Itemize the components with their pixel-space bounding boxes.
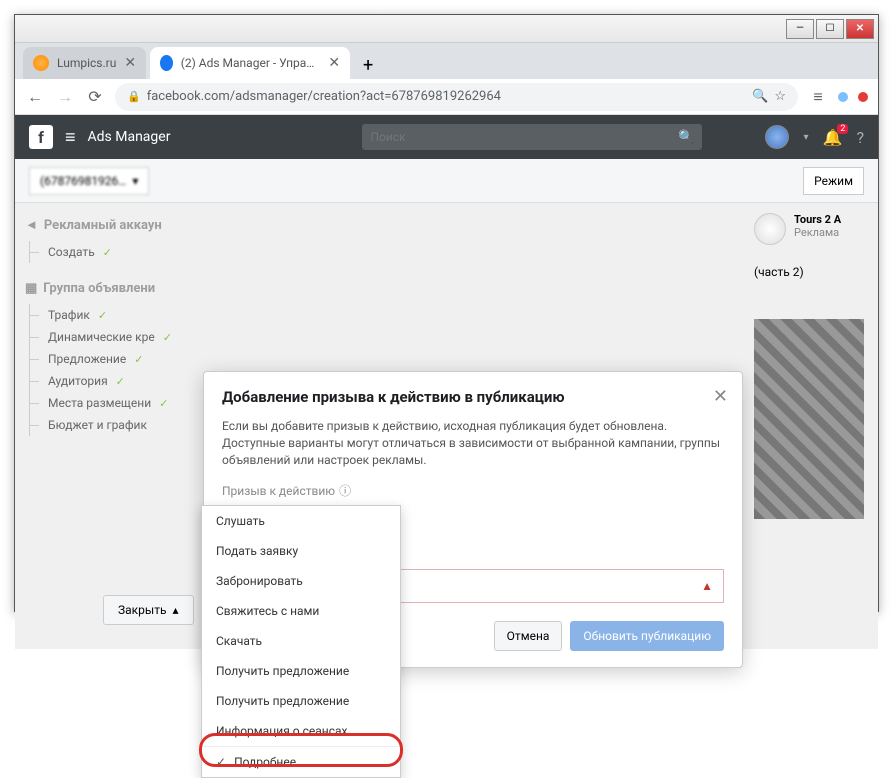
checkmark-icon: ✓ (116, 375, 125, 388)
nav-forward-icon[interactable]: → (55, 87, 75, 107)
browser-tabstrip: Lumpics.ru ✕ (2) Ads Manager - Управлени… (15, 43, 878, 79)
modal-description: Если вы добавите призыв к действию, исхо… (222, 418, 724, 468)
fb-search-field[interactable]: 🔍 (362, 124, 702, 150)
star-icon[interactable]: ☆ (774, 89, 786, 104)
dropdown-item[interactable]: Получить предложение (202, 686, 400, 716)
account-bar: (67876981926… ▾ Режим (15, 159, 878, 203)
checkmark-icon: ✓ (98, 309, 107, 322)
page-title: Tours 2 A (794, 213, 841, 226)
adblock-icon[interactable] (858, 92, 868, 102)
sidebar-item[interactable]: Предложение✓ (29, 348, 175, 370)
update-publication-button[interactable]: Обновить публикацию (570, 621, 724, 651)
sidebar-item-create[interactable]: Создать ✓ (29, 241, 175, 263)
lock-icon: 🔒 (127, 90, 141, 103)
fb-menu-icon[interactable]: ≡ (65, 127, 76, 148)
page-subtitle: Реклама (794, 226, 841, 239)
checkmark-icon: ✓ (159, 397, 168, 410)
checkmark-icon: ✓ (103, 246, 112, 259)
checkmark-icon: ✓ (163, 331, 172, 344)
fb-brand: Ads Manager (88, 129, 171, 145)
extension-icon[interactable]: ≡ (808, 87, 828, 107)
dropdown-item[interactable]: Скачать (202, 626, 400, 656)
sidebar-item[interactable]: Аудитория✓ (29, 370, 175, 392)
warning-icon: ▲ (701, 579, 713, 593)
checkmark-icon: ✓ (134, 353, 143, 366)
sidebar-item[interactable]: Трафик✓ (29, 304, 175, 326)
nav-back-icon[interactable]: ← (25, 87, 45, 107)
url-input[interactable]: 🔒 facebook.com/adsmanager/creation?act=6… (115, 83, 798, 111)
search-icon[interactable]: 🔍 (678, 130, 694, 145)
modal-close-icon[interactable]: ✕ (713, 386, 728, 407)
sidebar-item[interactable]: Места размещени✓ (29, 392, 175, 414)
dropdown-item[interactable]: Информация о сеансах (202, 716, 400, 747)
dropdown-item[interactable]: Свяжитесь с нами (202, 596, 400, 626)
fb-search-input[interactable] (370, 130, 678, 144)
tab-close-icon[interactable]: ✕ (328, 55, 340, 71)
close-button[interactable]: Закрыть ▴ (103, 595, 194, 625)
nav-reload-icon[interactable]: ⟳ (85, 87, 105, 107)
search-in-url-icon[interactable]: 🔍 (752, 89, 768, 104)
notification-count: 2 (837, 124, 848, 134)
checkmark-icon: ✓ (216, 755, 226, 769)
avatar[interactable] (765, 125, 789, 149)
cta-dropdown-list: Слушать Подать заявку Забронировать Свяж… (201, 505, 401, 778)
tab-title: Lumpics.ru (57, 56, 116, 70)
account-selector[interactable]: (67876981926… ▾ (29, 167, 149, 195)
window-close[interactable]: ✕ (846, 19, 874, 39)
tab-title: (2) Ads Manager - Управление р (181, 56, 321, 70)
cancel-button[interactable]: Отмена (494, 621, 563, 651)
dropdown-item-selected[interactable]: ✓ Подробнее (202, 747, 400, 777)
fb-topbar: f ≡ Ads Manager 🔍 ▾ 🔔2 ? (15, 115, 878, 159)
browser-tab-active[interactable]: (2) Ads Manager - Управление р ✕ (150, 47, 350, 79)
mode-button[interactable]: Режим (803, 167, 864, 195)
window-minimize[interactable]: — (786, 19, 814, 39)
favicon-icon (33, 55, 49, 71)
chevron-down-icon: ▾ (132, 174, 138, 188)
tab-close-icon[interactable]: ✕ (124, 55, 136, 71)
dropdown-item[interactable]: Слушать (202, 506, 400, 536)
address-bar: ← → ⟳ 🔒 facebook.com/adsmanager/creation… (15, 79, 878, 115)
cta-label: Призыв к действию ⓘ (222, 482, 724, 499)
browser-tab[interactable]: Lumpics.ru ✕ (23, 47, 146, 79)
modal-title: Добавление призыва к действию в публикац… (222, 388, 724, 406)
url-text: facebook.com/adsmanager/creation?act=678… (147, 89, 501, 104)
new-tab-button[interactable]: + (354, 51, 382, 79)
preview-image (754, 319, 864, 519)
dropdown-item[interactable]: Забронировать (202, 566, 400, 596)
chevron-down-icon[interactable]: ▾ (803, 132, 808, 143)
dropdown-item[interactable]: Получить предложение (202, 656, 400, 686)
sidebar-item[interactable]: Бюджет и график (29, 414, 175, 436)
sidebar-item[interactable]: Динамические кре✓ (29, 326, 175, 348)
chevron-up-icon: ▴ (172, 603, 178, 617)
help-icon[interactable]: ? (856, 128, 864, 147)
fb-logo-icon[interactable]: f (29, 125, 53, 149)
window-maximize[interactable]: ☐ (816, 19, 844, 39)
preview-caption: (часть 2) (754, 265, 864, 279)
account-label: (67876981926… (40, 174, 126, 188)
info-icon[interactable]: ⓘ (339, 482, 351, 499)
favicon-icon (160, 55, 173, 71)
preview-card: Tours 2 A Реклама (754, 213, 864, 245)
dropdown-item[interactable]: Подать заявку (202, 536, 400, 566)
page-avatar-icon (754, 213, 786, 245)
notification-bell-icon[interactable]: 🔔2 (823, 128, 843, 147)
profile-dot-icon[interactable] (838, 92, 848, 102)
